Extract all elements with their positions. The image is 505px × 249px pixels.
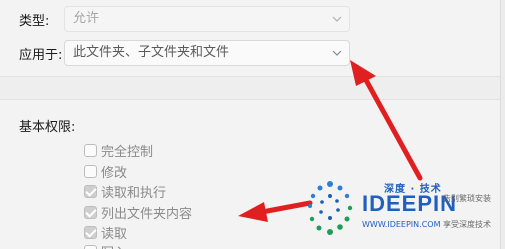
- checkbox[interactable]: [84, 143, 97, 157]
- perm-label: 读取: [101, 226, 128, 242]
- perm-label: 写入: [101, 242, 127, 249]
- perm-write[interactable]: 写入: [84, 243, 127, 249]
- applies-to-label: 应用于:: [19, 48, 63, 63]
- type-dropdown[interactable]: 允许: [64, 6, 350, 32]
- perm-label: 读取和执行: [101, 185, 167, 201]
- perm-full-control[interactable]: 完全控制: [84, 142, 154, 160]
- type-dropdown-value: 允许: [73, 11, 100, 26]
- watermark-url: WWW.IDEEPIN.COM: [362, 220, 441, 229]
- perm-read[interactable]: 读取: [84, 224, 128, 242]
- chevron-down-icon: [332, 50, 342, 56]
- perm-label: 完全控制: [101, 144, 154, 160]
- chevron-down-icon: [332, 16, 342, 22]
- basic-permissions-heading: 基本权限:: [19, 120, 76, 135]
- arrowhead-list-folder: [238, 202, 268, 222]
- applies-to-dropdown[interactable]: 此文件夹、子文件夹和文件: [64, 40, 350, 66]
- type-label: 类型:: [19, 14, 50, 29]
- perm-modify[interactable]: 修改: [84, 163, 128, 181]
- ideepin-watermark: 深度 · 技术 IDEEPIN WWW.IDEEPIN.COM 告别繁琐安装 享…: [300, 174, 500, 244]
- checkbox[interactable]: [84, 205, 97, 219]
- window-edge: [500, 0, 505, 249]
- perm-label: 列出文件夹内容: [101, 206, 193, 222]
- checkbox[interactable]: [84, 184, 97, 198]
- watermark-slogan-2: 享受深度技术: [443, 220, 491, 229]
- watermark-slogan-1: 告别繁琐安装: [443, 194, 491, 203]
- applies-to-dropdown-value: 此文件夹、子文件夹和文件: [73, 45, 230, 60]
- perm-label: 修改: [101, 165, 128, 181]
- section-divider: [0, 76, 500, 100]
- checkbox[interactable]: [84, 225, 97, 239]
- perm-read-execute[interactable]: 读取和执行: [84, 183, 167, 201]
- checkbox[interactable]: [84, 244, 97, 249]
- checkbox[interactable]: [84, 164, 97, 178]
- perm-list-folder[interactable]: 列出文件夹内容: [84, 204, 193, 222]
- ideepin-logo-icon: [308, 181, 353, 235]
